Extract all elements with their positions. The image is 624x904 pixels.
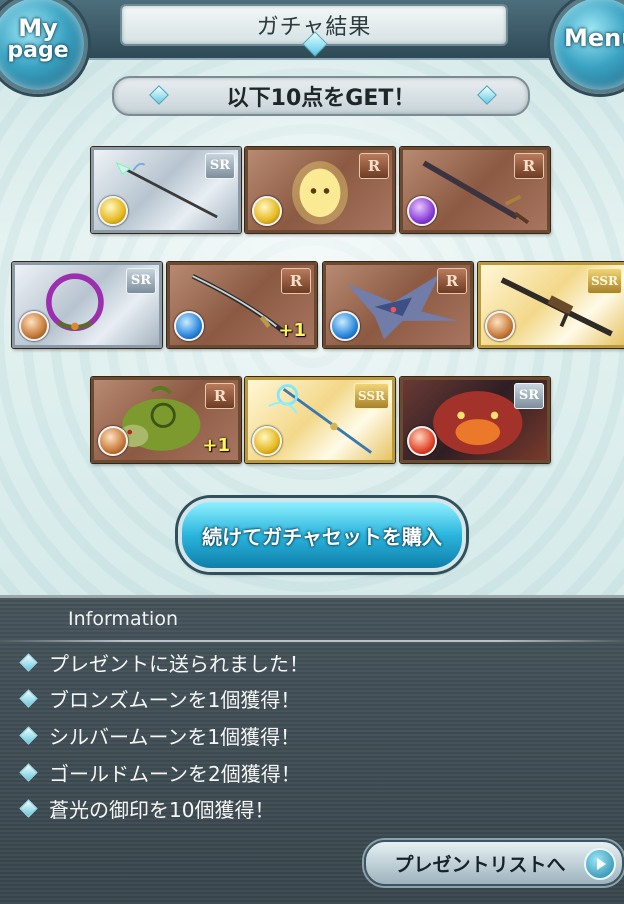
result-card-sword[interactable]: R [400, 147, 550, 233]
result-banner: 以下10点をGET！ [112, 76, 530, 116]
info-message: 蒼光の御印を10個獲得！ [18, 790, 274, 826]
earth-element-icon [485, 311, 515, 341]
light-element-icon [252, 196, 282, 226]
banner-gem-icon-left [149, 85, 169, 105]
result-card-spear[interactable]: SR [91, 147, 241, 233]
rarity-badge: SR [514, 383, 544, 409]
light-element-icon [252, 426, 282, 456]
result-card-beast[interactable]: SR [400, 377, 550, 463]
result-card-ring[interactable]: SR [12, 262, 162, 348]
info-message: ブロンズムーンを1個獲得！ [18, 680, 300, 716]
diamond-bullet-icon [19, 762, 38, 782]
title-bar: ガチャ結果 [120, 4, 508, 57]
info-message-text: 蒼光の御印を10個獲得！ [49, 797, 275, 822]
result-banner-text: 以下10点をGET！ [226, 86, 416, 111]
earth-element-icon [19, 311, 49, 341]
rarity-badge: R [205, 383, 235, 409]
mypage-label-line1: My [18, 14, 58, 42]
result-card-katana[interactable]: R +1 [167, 262, 317, 348]
diamond-bullet-icon [19, 652, 38, 672]
diamond-bullet-icon [19, 798, 38, 818]
result-card-gun[interactable]: SSR [478, 262, 624, 348]
info-message: ゴールドムーンを2個獲得！ [18, 754, 301, 790]
fire-element-icon [407, 426, 437, 456]
earth-element-icon [98, 426, 128, 456]
result-card-staff[interactable]: SSR [245, 377, 395, 463]
water-element-icon [330, 311, 360, 341]
rarity-badge: SSR [586, 268, 622, 294]
mypage-label-line2: page [7, 38, 69, 63]
rarity-badge: R [281, 268, 311, 294]
menu-label: Menu [564, 24, 624, 52]
rarity-badge: R [437, 268, 467, 294]
present-list-button[interactable]: プレゼントリストへ [364, 840, 624, 886]
arrow-right-icon [584, 848, 616, 880]
information-heading: Information [68, 608, 178, 630]
present-list-label: プレゼントリストへ [394, 853, 566, 876]
information-divider [0, 640, 624, 642]
water-element-icon [174, 311, 204, 341]
info-message-text: シルバームーンを1個獲得！ [49, 724, 301, 749]
result-card-turtle[interactable]: R +1 [91, 377, 241, 463]
plus-bonus-label: +1 [278, 320, 306, 341]
rarity-badge: R [514, 153, 544, 179]
banner-gem-icon-right [477, 85, 497, 105]
diamond-bullet-icon [19, 688, 38, 708]
dark-element-icon [407, 196, 437, 226]
buy-gacha-set-button[interactable]: 続けてガチャセットを購入 [178, 498, 466, 572]
rarity-badge: SSR [353, 383, 389, 409]
rarity-badge: SR [205, 153, 235, 179]
info-message-text: ゴールドムーンを2個獲得！ [49, 761, 301, 786]
plus-bonus-label: +1 [202, 435, 230, 456]
diamond-bullet-icon [19, 725, 38, 745]
result-card-spirit[interactable]: R [245, 147, 395, 233]
buy-gacha-set-label: 続けてガチャセットを購入 [202, 524, 442, 549]
info-message-text: プレゼントに送られました！ [49, 651, 309, 676]
rarity-badge: R [359, 153, 389, 179]
info-message-text: ブロンズムーンを1個獲得！ [49, 687, 301, 712]
info-message: シルバームーンを1個獲得！ [18, 717, 300, 753]
light-element-icon [98, 196, 128, 226]
rarity-badge: SR [126, 268, 156, 294]
info-message: プレゼントに送られました！ [18, 644, 309, 680]
result-card-dragon[interactable]: R [323, 262, 473, 348]
